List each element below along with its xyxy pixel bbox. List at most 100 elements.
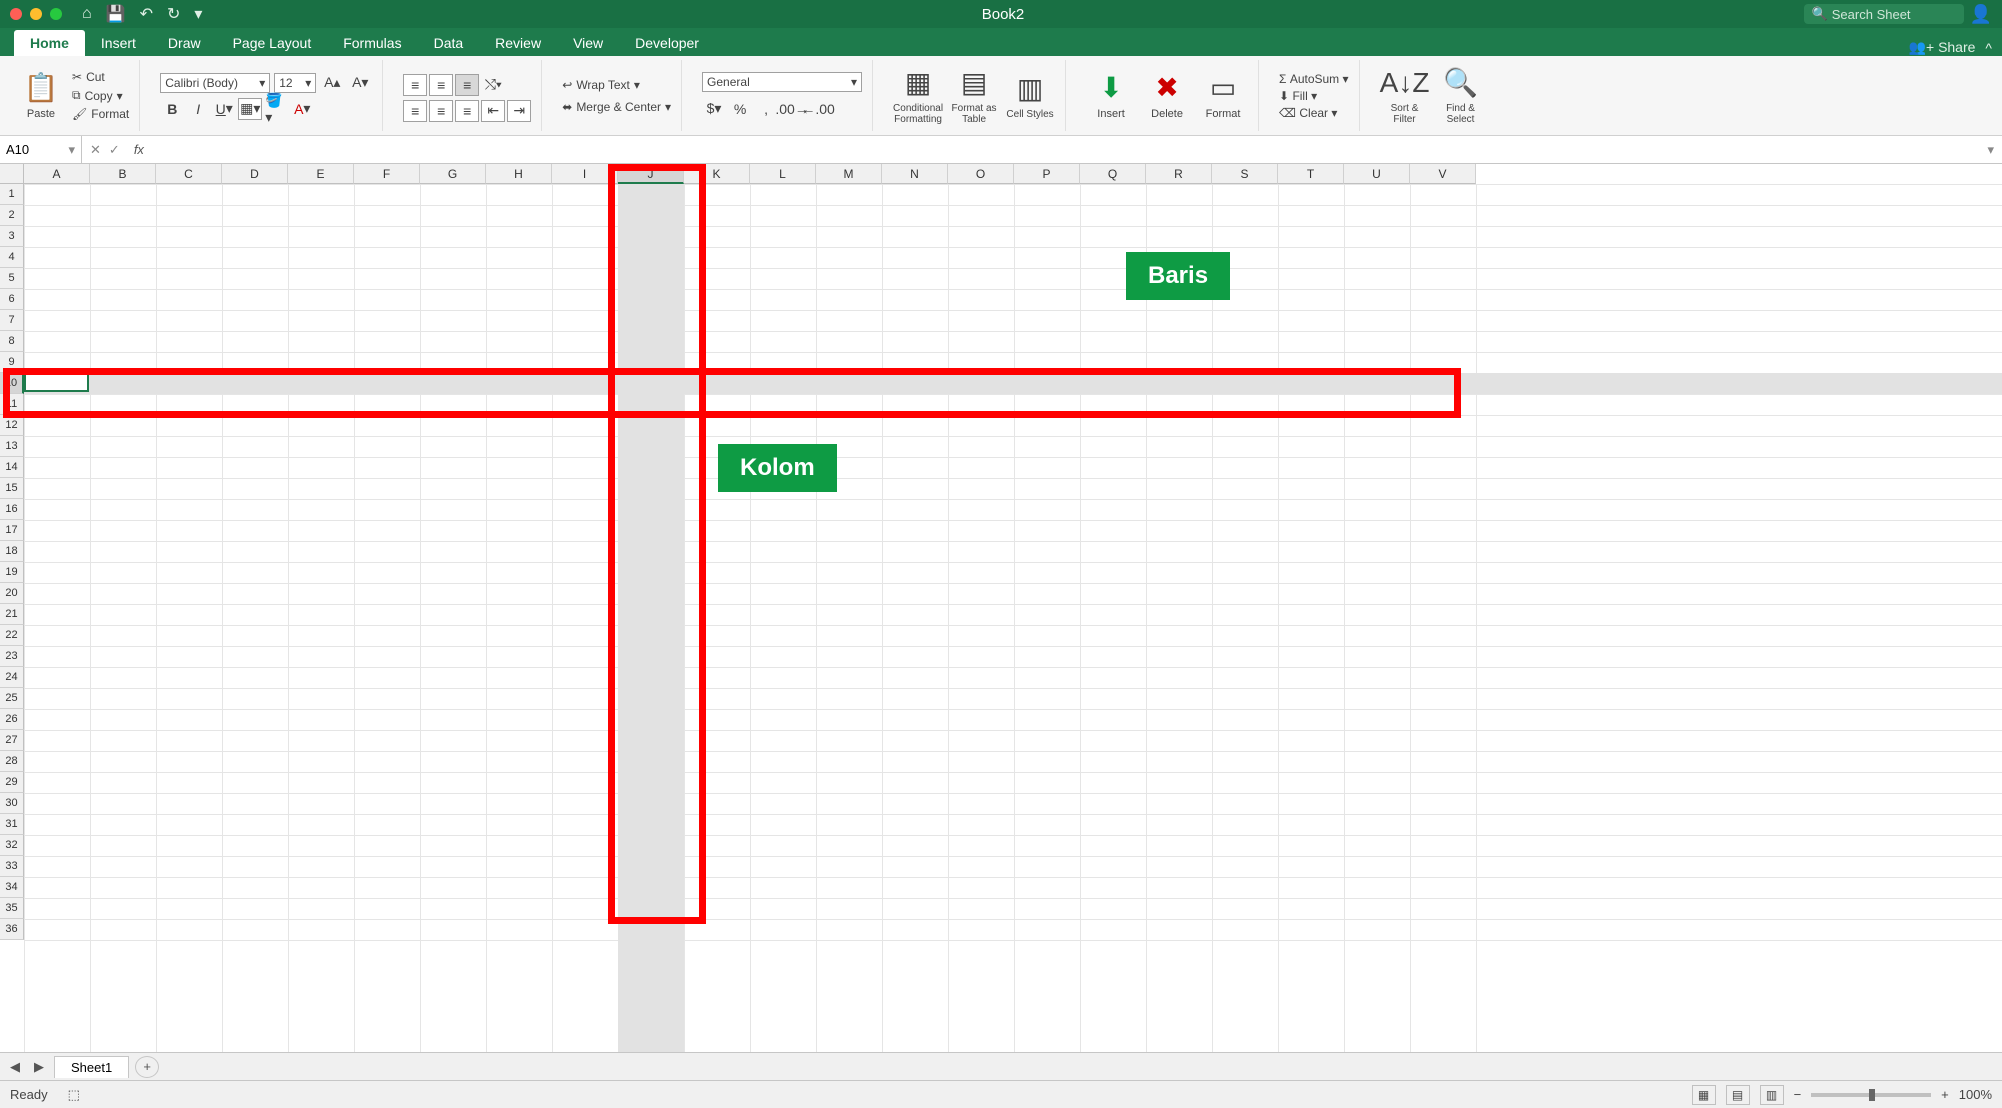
- underline-button[interactable]: U▾: [212, 98, 236, 120]
- column-header-N[interactable]: N: [882, 164, 948, 184]
- row-header-15[interactable]: 15: [0, 478, 24, 499]
- tab-review[interactable]: Review: [479, 30, 557, 56]
- row-header-11[interactable]: 11: [0, 394, 24, 415]
- prev-sheet-button[interactable]: ◀: [6, 1059, 24, 1075]
- copy-button[interactable]: ⧉Copy ▾: [72, 88, 129, 103]
- row-header-21[interactable]: 21: [0, 604, 24, 625]
- column-header-T[interactable]: T: [1278, 164, 1344, 184]
- cells-area[interactable]: [24, 184, 2002, 1052]
- next-sheet-button[interactable]: ▶: [30, 1059, 48, 1075]
- column-header-D[interactable]: D: [222, 164, 288, 184]
- minimize-icon[interactable]: [30, 8, 42, 20]
- row-header-5[interactable]: 5: [0, 268, 24, 289]
- add-sheet-button[interactable]: +: [135, 1056, 159, 1078]
- clear-button[interactable]: ⌫ Clear ▾: [1279, 106, 1348, 120]
- delete-cells-button[interactable]: ✖Delete: [1142, 71, 1192, 120]
- find-select-button[interactable]: 🔍Find & Select: [1436, 66, 1486, 125]
- row-header-1[interactable]: 1: [0, 184, 24, 205]
- column-header-V[interactable]: V: [1410, 164, 1476, 184]
- row-header-28[interactable]: 28: [0, 751, 24, 772]
- zoom-level[interactable]: 100%: [1959, 1087, 1992, 1102]
- orientation-button[interactable]: ⤭▾: [481, 74, 505, 96]
- column-header-F[interactable]: F: [354, 164, 420, 184]
- row-header-14[interactable]: 14: [0, 457, 24, 478]
- share-button[interactable]: 👥+ Share: [1909, 39, 1976, 56]
- tab-formulas[interactable]: Formulas: [327, 30, 417, 56]
- wrap-text-button[interactable]: ↩Wrap Text ▾: [562, 78, 671, 92]
- cancel-formula-icon[interactable]: ✕: [90, 142, 101, 158]
- font-color-button[interactable]: A▾: [290, 98, 314, 120]
- tab-data[interactable]: Data: [418, 30, 480, 56]
- column-header-E[interactable]: E: [288, 164, 354, 184]
- align-middle-button[interactable]: ≡: [429, 74, 453, 96]
- tab-draw[interactable]: Draw: [152, 30, 217, 56]
- tab-developer[interactable]: Developer: [619, 30, 715, 56]
- row-header-16[interactable]: 16: [0, 499, 24, 520]
- name-box[interactable]: A10▾: [0, 136, 82, 163]
- decrease-indent-button[interactable]: ⇤: [481, 100, 505, 122]
- merge-center-button[interactable]: ⬌Merge & Center ▾: [562, 100, 671, 114]
- active-cell[interactable]: [24, 372, 89, 392]
- tab-insert[interactable]: Insert: [85, 30, 152, 56]
- qat-dropdown-icon[interactable]: ▾: [194, 4, 202, 24]
- row-header-26[interactable]: 26: [0, 709, 24, 730]
- row-header-4[interactable]: 4: [0, 247, 24, 268]
- column-header-S[interactable]: S: [1212, 164, 1278, 184]
- row-header-29[interactable]: 29: [0, 772, 24, 793]
- row-header-17[interactable]: 17: [0, 520, 24, 541]
- row-header-30[interactable]: 30: [0, 793, 24, 814]
- row-header-33[interactable]: 33: [0, 856, 24, 877]
- sort-filter-button[interactable]: A↓ZSort & Filter: [1380, 67, 1430, 125]
- fill-color-button[interactable]: 🪣▾: [264, 98, 288, 120]
- select-all-button[interactable]: [0, 164, 24, 184]
- fx-label[interactable]: fx: [134, 142, 144, 157]
- italic-button[interactable]: I: [186, 98, 210, 120]
- align-top-button[interactable]: ≡: [403, 74, 427, 96]
- maximize-icon[interactable]: [50, 8, 62, 20]
- row-header-36[interactable]: 36: [0, 919, 24, 940]
- number-format-select[interactable]: General▾: [702, 72, 862, 92]
- enter-formula-icon[interactable]: ✓: [109, 142, 120, 158]
- column-header-I[interactable]: I: [552, 164, 618, 184]
- formula-input[interactable]: [152, 136, 1980, 163]
- insert-cells-button[interactable]: ⬇Insert: [1086, 71, 1136, 120]
- column-header-O[interactable]: O: [948, 164, 1014, 184]
- cut-button[interactable]: ✂Cut: [72, 70, 129, 84]
- column-header-L[interactable]: L: [750, 164, 816, 184]
- row-header-3[interactable]: 3: [0, 226, 24, 247]
- decrease-font-button[interactable]: A▾: [348, 72, 372, 94]
- row-header-6[interactable]: 6: [0, 289, 24, 310]
- row-header-35[interactable]: 35: [0, 898, 24, 919]
- column-header-C[interactable]: C: [156, 164, 222, 184]
- font-size-select[interactable]: 12▾: [274, 73, 316, 93]
- save-icon[interactable]: 💾: [106, 4, 126, 24]
- row-header-22[interactable]: 22: [0, 625, 24, 646]
- paste-button[interactable]: 📋 Paste: [16, 71, 66, 120]
- column-header-P[interactable]: P: [1014, 164, 1080, 184]
- normal-view-button[interactable]: ▦: [1692, 1085, 1716, 1105]
- tab-page-layout[interactable]: Page Layout: [217, 30, 328, 56]
- row-header-19[interactable]: 19: [0, 562, 24, 583]
- close-icon[interactable]: [10, 8, 22, 20]
- row-header-31[interactable]: 31: [0, 814, 24, 835]
- row-header-27[interactable]: 27: [0, 730, 24, 751]
- column-header-M[interactable]: M: [816, 164, 882, 184]
- expand-formula-icon[interactable]: ▾: [1979, 142, 2002, 158]
- page-break-view-button[interactable]: ▥: [1760, 1085, 1784, 1105]
- align-center-button[interactable]: ≡: [429, 100, 453, 122]
- cell-styles-button[interactable]: ▥Cell Styles: [1005, 72, 1055, 120]
- align-bottom-button[interactable]: ≡: [455, 74, 479, 96]
- column-header-Q[interactable]: Q: [1080, 164, 1146, 184]
- redo-icon[interactable]: ↻: [167, 4, 180, 24]
- row-header-24[interactable]: 24: [0, 667, 24, 688]
- column-header-J[interactable]: J: [618, 164, 684, 184]
- bold-button[interactable]: B: [160, 98, 184, 120]
- autosum-button[interactable]: Σ AutoSum ▾: [1279, 72, 1348, 86]
- search-sheet-input[interactable]: 🔍 Search Sheet: [1804, 4, 1964, 24]
- increase-font-button[interactable]: A▴: [320, 72, 344, 94]
- column-header-H[interactable]: H: [486, 164, 552, 184]
- zoom-out-button[interactable]: −: [1794, 1087, 1802, 1102]
- decrease-decimal-button[interactable]: ←.00: [806, 98, 830, 120]
- row-header-32[interactable]: 32: [0, 835, 24, 856]
- tab-home[interactable]: Home: [14, 30, 85, 56]
